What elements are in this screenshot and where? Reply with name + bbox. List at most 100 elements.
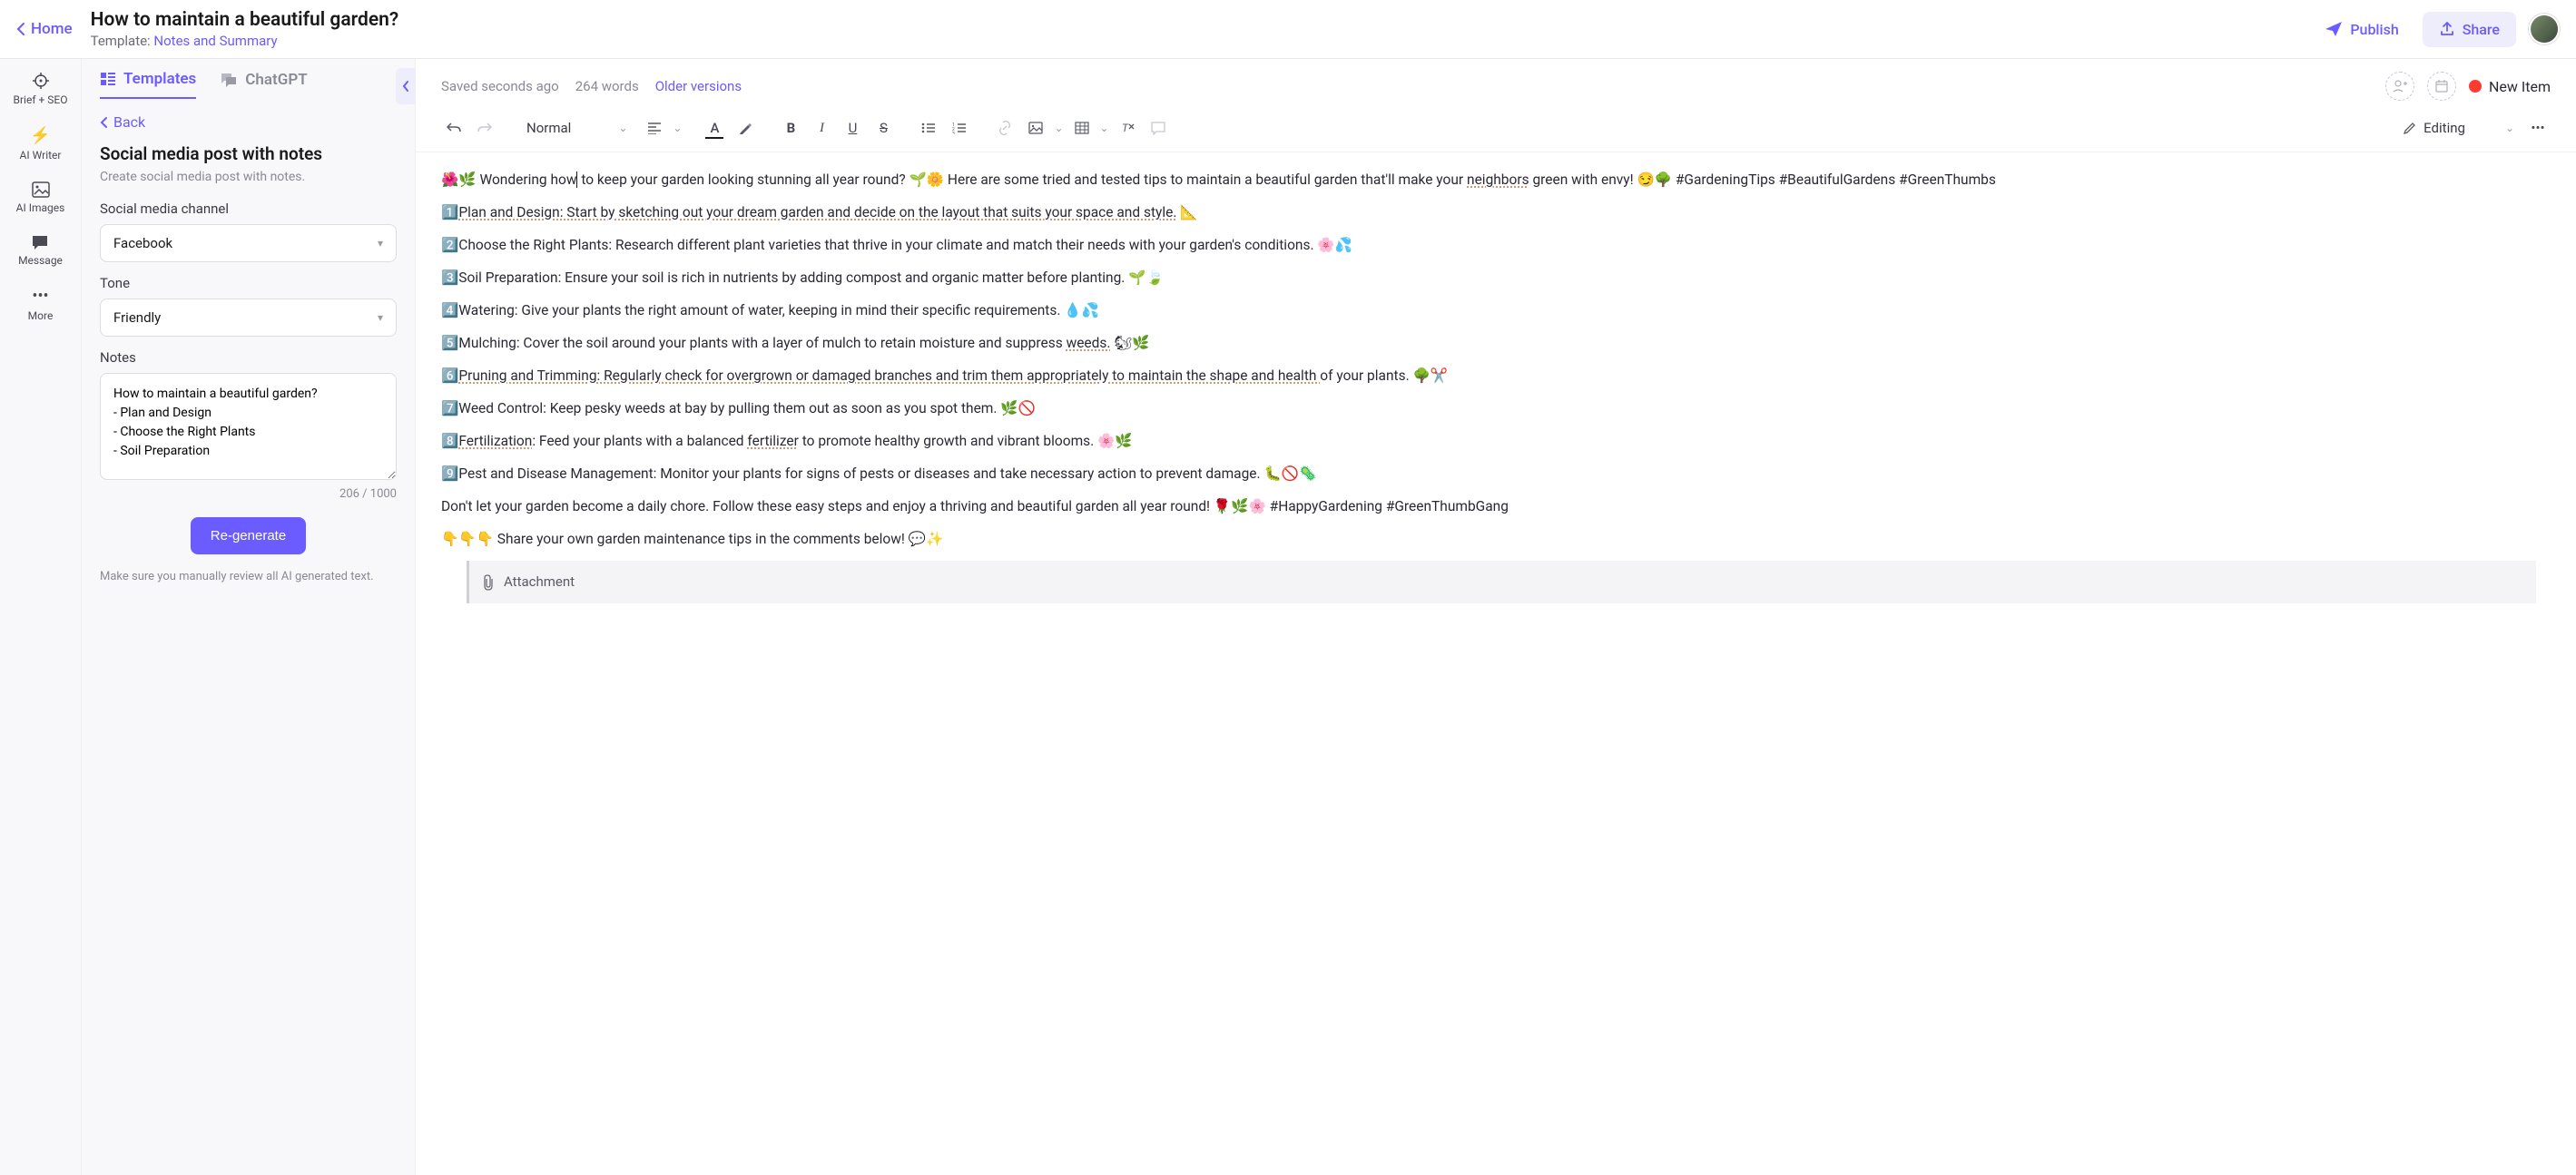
rail-ai-images[interactable]: AI Images: [16, 181, 65, 214]
paragraph[interactable]: 8️⃣Fertilization: Feed your plants with …: [441, 430, 2551, 452]
rail-ai-writer[interactable]: ⚡ AI Writer: [20, 126, 62, 162]
publish-button[interactable]: Publish: [2314, 14, 2409, 45]
rail-label: AI Writer: [20, 149, 62, 162]
title-area: How to maintain a beautiful garden? Temp…: [91, 9, 2315, 49]
numbered-list-button[interactable]: 123: [947, 115, 972, 141]
strikethrough-button[interactable]: S: [870, 115, 896, 141]
rail-label: More: [28, 309, 54, 322]
paragraph[interactable]: Don't let your garden become a daily cho…: [441, 495, 2551, 517]
paragraph[interactable]: 👇👇👇 Share your own garden maintenance ti…: [441, 528, 2551, 550]
panel-tabs: Templates ChatGPT: [100, 70, 397, 99]
attachment-bar[interactable]: Attachment: [467, 561, 2536, 603]
tone-select[interactable]: Friendly ▾: [100, 299, 397, 337]
insert-table-button[interactable]: [1069, 115, 1095, 141]
mode-label: Editing: [2424, 120, 2465, 136]
rail-more[interactable]: ••• More: [28, 287, 54, 322]
attachment-label: Attachment: [504, 572, 575, 592]
comment-button[interactable]: [1145, 115, 1171, 141]
rail-brief-seo[interactable]: Brief + SEO: [14, 72, 68, 106]
undo-button[interactable]: [441, 115, 467, 141]
image-icon: [32, 181, 50, 198]
home-label: Home: [31, 20, 73, 38]
topbar: Home How to maintain a beautiful garden?…: [0, 0, 2576, 59]
panel-title: Social media post with notes: [100, 143, 397, 164]
back-link[interactable]: Back: [100, 113, 397, 131]
top-actions: Publish Share: [2314, 12, 2560, 47]
panel-subtitle: Create social media post with notes.: [100, 170, 397, 184]
schedule-button[interactable]: [2427, 72, 2456, 101]
document-body[interactable]: 🌺🌿 Wondering how to keep your garden loo…: [416, 152, 2576, 1175]
templates-icon: [100, 72, 116, 86]
notes-counter: 206 / 1000: [100, 487, 397, 501]
tab-templates[interactable]: Templates: [100, 70, 196, 99]
svg-text:T: T: [1122, 122, 1129, 134]
paperclip-icon: [482, 574, 495, 591]
document-title[interactable]: How to maintain a beautiful garden?: [91, 9, 2315, 31]
paragraph[interactable]: 2️⃣Choose the Right Plants: Research dif…: [441, 234, 2551, 256]
paragraph[interactable]: 6️⃣Pruning and Trimming: Regularly check…: [441, 365, 2551, 387]
redo-button[interactable]: [472, 115, 497, 141]
paragraph[interactable]: 3️⃣Soil Preparation: Ensure your soil is…: [441, 267, 2551, 289]
editor-infobar: Saved seconds ago 264 words Older versio…: [416, 59, 2576, 108]
save-info: Saved seconds ago 264 words Older versio…: [441, 78, 742, 94]
notes-label: Notes: [100, 349, 397, 366]
editor-toolbar: Normal ⌄ ⌄ A B I U S 123: [416, 108, 2576, 152]
more-button[interactable]: •••: [2525, 115, 2551, 141]
template-line: Template: Notes and Summary: [91, 33, 2315, 49]
chevron-down-icon: ⌄: [618, 122, 627, 134]
clear-formatting-button[interactable]: T: [1115, 115, 1140, 141]
send-icon: [2325, 21, 2343, 37]
paragraph[interactable]: 🌺🌿 Wondering how to keep your garden loo…: [441, 169, 2551, 191]
share-button[interactable]: Share: [2423, 12, 2516, 47]
chevron-down-icon: ▾: [378, 311, 383, 324]
align-button[interactable]: [642, 115, 667, 141]
pencil-icon: [2403, 122, 2416, 135]
tone-value: Friendly: [113, 309, 161, 326]
tab-chatgpt[interactable]: ChatGPT: [220, 70, 307, 99]
paragraph[interactable]: 5️⃣Mulching: Cover the soil around your …: [441, 332, 2551, 354]
paragraph[interactable]: 9️⃣Pest and Disease Management: Monitor …: [441, 463, 2551, 485]
svg-text:3: 3: [952, 132, 955, 134]
notes-textarea[interactable]: [100, 373, 397, 480]
template-link[interactable]: Notes and Summary: [153, 33, 277, 49]
share-label: Share: [2463, 21, 2500, 38]
review-warning: Make sure you manually review all AI gen…: [100, 569, 397, 585]
bullet-list-button[interactable]: [916, 115, 941, 141]
paragraph[interactable]: 7️⃣Weed Control: Keep pesky weeds at bay…: [441, 397, 2551, 419]
channel-value: Facebook: [113, 235, 172, 251]
editor-top-actions: New Item: [2385, 72, 2551, 101]
insert-image-button[interactable]: [1023, 115, 1048, 141]
home-link[interactable]: Home: [16, 20, 73, 38]
rail-message[interactable]: Message: [18, 234, 63, 267]
bolt-icon: ⚡: [30, 126, 50, 145]
collapse-panel-button[interactable]: [396, 68, 416, 104]
add-collaborator-button[interactable]: [2385, 72, 2414, 101]
paragraph[interactable]: 1️⃣Plan and Design: Start by sketching o…: [441, 201, 2551, 223]
rail-label: Brief + SEO: [14, 93, 68, 106]
underline-button[interactable]: U: [840, 115, 865, 141]
chevron-down-icon: ▾: [378, 237, 383, 250]
editor-area: Saved seconds ago 264 words Older versio…: [416, 59, 2576, 1175]
paragraph-style-select[interactable]: Normal ⌄: [517, 120, 636, 136]
link-button[interactable]: [992, 115, 1018, 141]
highlight-button[interactable]: [732, 115, 758, 141]
word-count: 264 words: [575, 78, 639, 94]
avatar[interactable]: [2529, 14, 2560, 44]
style-value: Normal: [526, 120, 571, 136]
chat-icon: [220, 72, 238, 88]
older-versions-link[interactable]: Older versions: [655, 78, 742, 94]
bold-button[interactable]: B: [778, 115, 803, 141]
new-item-status[interactable]: New Item: [2469, 78, 2551, 95]
tone-label: Tone: [100, 275, 397, 291]
tab-label: ChatGPT: [245, 71, 307, 89]
chevron-down-icon: ⌄: [1100, 122, 1109, 134]
channel-select[interactable]: Facebook ▾: [100, 224, 397, 262]
text-color-button[interactable]: A: [702, 115, 727, 141]
channel-label: Social media channel: [100, 201, 397, 217]
saved-text: Saved seconds ago: [441, 78, 559, 94]
regenerate-button[interactable]: Re-generate: [191, 517, 306, 554]
new-item-label: New Item: [2489, 78, 2551, 95]
italic-button[interactable]: I: [809, 115, 834, 141]
paragraph[interactable]: 4️⃣Watering: Give your plants the right …: [441, 299, 2551, 321]
editing-mode-select[interactable]: Editing ⌄: [2403, 120, 2514, 136]
